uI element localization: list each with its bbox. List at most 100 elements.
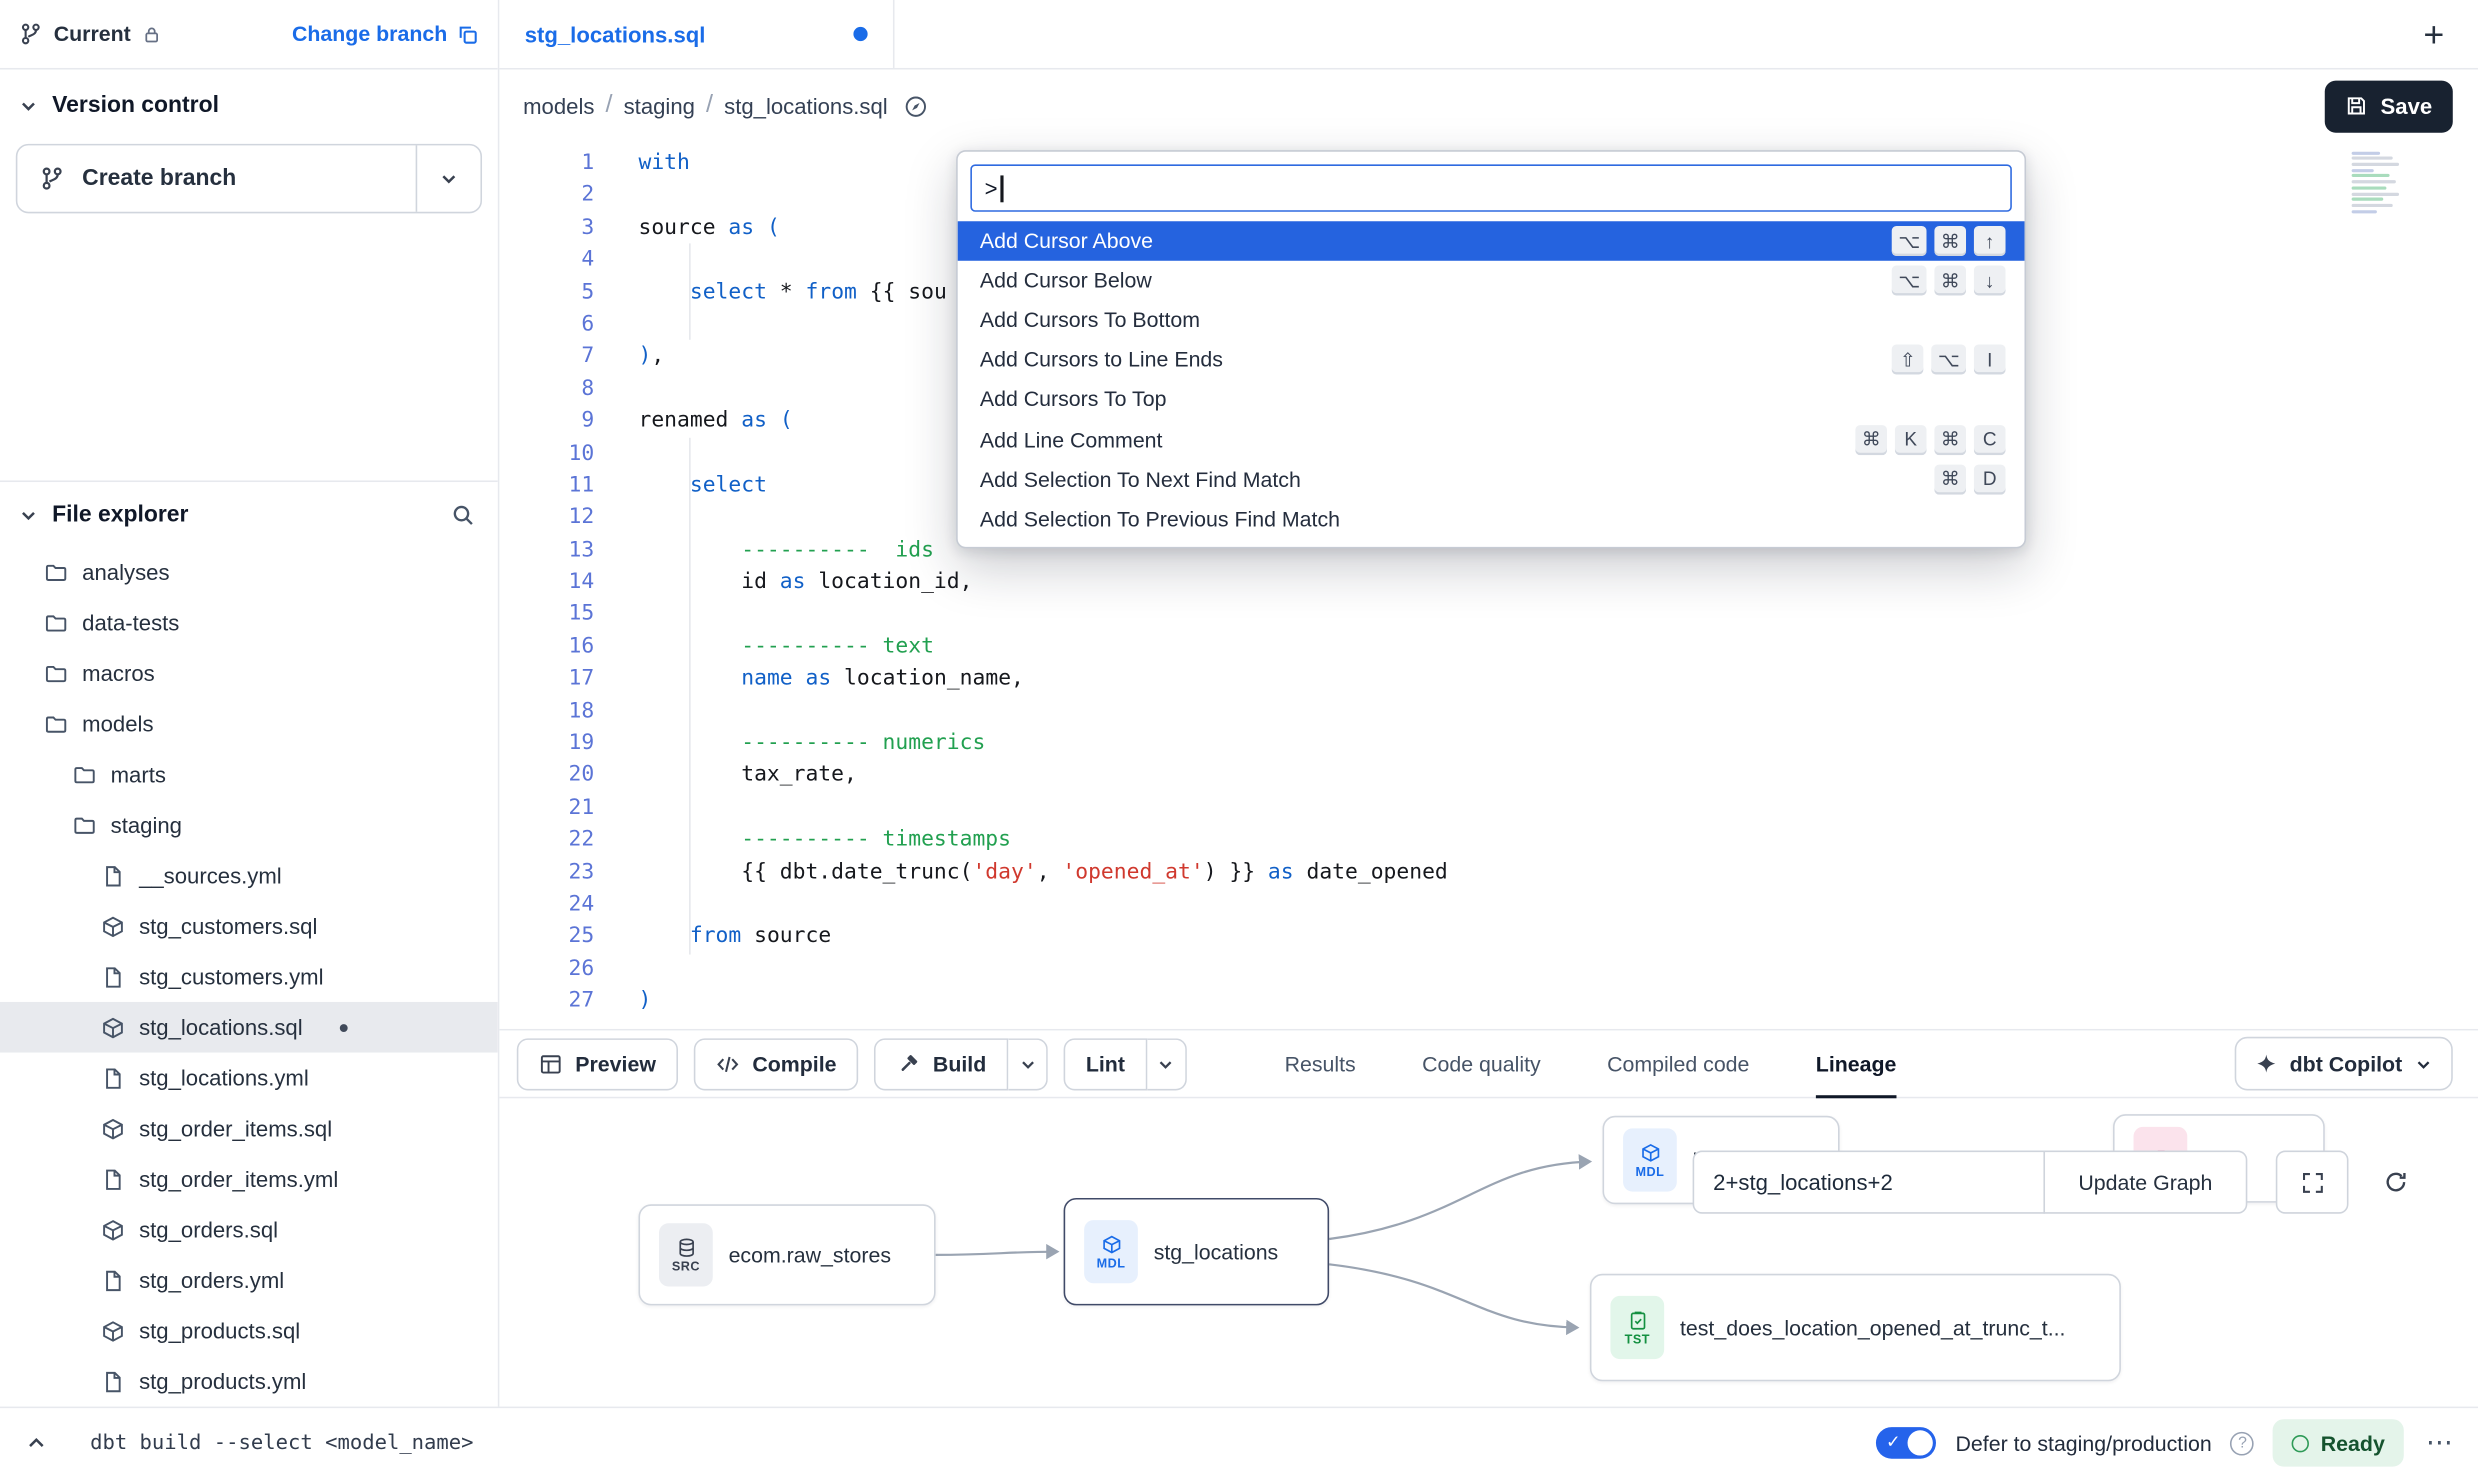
command-item[interactable]: Add Selection To Next Find Match⌘D: [958, 459, 2025, 499]
code-line[interactable]: 18: [499, 695, 2478, 727]
graph-selector-input[interactable]: [1693, 1151, 2045, 1214]
file-tree-item[interactable]: stg_locations.yml: [0, 1053, 498, 1104]
command-label: Add Line Comment: [980, 428, 1163, 452]
line-text: ---------- text: [594, 630, 934, 662]
file-explorer-header[interactable]: File explorer: [0, 482, 498, 547]
version-control-header[interactable]: Version control: [0, 70, 498, 138]
code-line[interactable]: 21: [499, 791, 2478, 823]
code-line[interactable]: 17 name as location_name,: [499, 663, 2478, 695]
ready-label: Ready: [2321, 1431, 2385, 1455]
cli-command-text[interactable]: dbt build --select <model_name>: [90, 1431, 473, 1455]
tab-code-quality[interactable]: Code quality: [1422, 1030, 1541, 1096]
lineage-node-source[interactable]: SRC ecom.raw_stores: [638, 1204, 935, 1305]
fullscreen-button[interactable]: [2276, 1151, 2349, 1214]
command-item[interactable]: Add Selection To Previous Find Match: [958, 499, 2025, 539]
node-label: test_does_location_opened_at_trunc_t...: [1680, 1316, 2066, 1340]
code-line[interactable]: 19 ---------- numerics: [499, 727, 2478, 759]
file-tree-item[interactable]: stg_products.yml: [0, 1356, 498, 1407]
compass-icon[interactable]: [904, 94, 928, 118]
lineage-node-stg-locations[interactable]: MDL stg_locations: [1064, 1198, 1330, 1305]
line-text: {{ dbt.date_trunc('day', 'opened_at') }}…: [594, 856, 1448, 888]
code-line[interactable]: 16 ---------- text: [499, 630, 2478, 662]
defer-toggle[interactable]: [1877, 1427, 1937, 1459]
tab-results[interactable]: Results: [1285, 1030, 1356, 1096]
refresh-button[interactable]: [2364, 1155, 2427, 1209]
file-tree-item[interactable]: stg_locations.sql: [0, 1002, 498, 1053]
command-item[interactable]: Add Cursors To Bottom: [958, 301, 2025, 341]
search-icon[interactable]: [450, 503, 475, 528]
create-branch-button[interactable]: Create branch: [17, 145, 415, 211]
add-tab-button[interactable]: [2412, 12, 2456, 56]
code-line[interactable]: 14 id as location_id,: [499, 566, 2478, 598]
command-item[interactable]: Add Line Comment⌘K⌘C: [958, 420, 2025, 460]
build-dropdown[interactable]: [1008, 1038, 1048, 1090]
file-tree-item[interactable]: analyses: [0, 547, 498, 598]
line-text: [594, 791, 638, 823]
code-line[interactable]: 26: [499, 953, 2478, 985]
file-tree-item[interactable]: data-tests: [0, 597, 498, 648]
line-number: 15: [499, 598, 594, 630]
line-number: 9: [499, 405, 594, 437]
lock-icon: [142, 24, 161, 43]
code-line[interactable]: 27): [499, 985, 2478, 1017]
line-text: source as (: [594, 211, 780, 243]
file-tree-item[interactable]: stg_customers.sql: [0, 901, 498, 952]
build-button[interactable]: Build: [874, 1038, 1008, 1090]
code-line[interactable]: 23 {{ dbt.date_trunc('day', 'opened_at')…: [499, 856, 2478, 888]
command-label: Add Selection To Next Find Match: [980, 467, 1301, 491]
command-item[interactable]: Add Cursor Below⌥⌘↓: [958, 261, 2025, 301]
command-item[interactable]: Add Cursor Above⌥⌘↑: [958, 221, 2025, 261]
code-line[interactable]: 22 ---------- timestamps: [499, 824, 2478, 856]
file-tree-item[interactable]: marts: [0, 749, 498, 800]
lineage-canvas[interactable]: MDL locations atio SRC ecom.raw_stores: [499, 1098, 2478, 1406]
minimap[interactable]: [2352, 149, 2406, 219]
code-line[interactable]: 15: [499, 598, 2478, 630]
refresh-icon: [2383, 1169, 2408, 1194]
help-icon[interactable]: [2231, 1431, 2255, 1455]
line-text: select * from {{ sou: [594, 276, 947, 308]
file-name: stg_customers.sql: [139, 913, 317, 938]
lineage-node-test[interactable]: TST test_does_location_opened_at_trunc_t…: [1590, 1274, 2121, 1381]
keycap: ↓: [1974, 266, 2006, 296]
lint-dropdown[interactable]: [1147, 1038, 1187, 1090]
tab-stg-locations[interactable]: stg_locations.sql: [499, 0, 894, 68]
file-tree-item[interactable]: stg_order_items.sql: [0, 1103, 498, 1154]
dbt-copilot-button[interactable]: dbt Copilot: [2234, 1037, 2452, 1091]
create-branch-dropdown[interactable]: [417, 145, 480, 211]
file-tree-item[interactable]: models: [0, 699, 498, 750]
file-tree-item[interactable]: stg_order_items.yml: [0, 1154, 498, 1205]
compile-button[interactable]: Compile: [694, 1038, 859, 1090]
code-line[interactable]: 25 from source: [499, 920, 2478, 952]
code-line[interactable]: 20 tax_rate,: [499, 759, 2478, 791]
command-item[interactable]: Add Cursors to Line Ends⇧⌥I: [958, 340, 2025, 380]
file-tree-item[interactable]: stg_orders.yml: [0, 1255, 498, 1306]
overflow-menu-button[interactable]: [2426, 1427, 2453, 1459]
lint-button[interactable]: Lint: [1064, 1038, 1147, 1090]
update-graph-button[interactable]: Update Graph: [2043, 1151, 2247, 1214]
command-label: Add Cursors To Top: [980, 388, 1167, 412]
breadcrumb-models[interactable]: models: [523, 93, 594, 118]
file-name: data-tests: [82, 610, 179, 635]
line-text: ): [594, 985, 651, 1017]
command-list: Add Cursor Above⌥⌘↑Add Cursor Below⌥⌘↓Ad…: [958, 221, 2025, 538]
save-button[interactable]: Save: [2325, 80, 2453, 132]
tab-compiled-code[interactable]: Compiled code: [1607, 1030, 1749, 1096]
breadcrumb-staging[interactable]: staging: [624, 93, 695, 118]
tab-lineage[interactable]: Lineage: [1816, 1030, 1897, 1096]
file-tree-item[interactable]: macros: [0, 648, 498, 699]
file-tree-item[interactable]: stg_customers.yml: [0, 951, 498, 1002]
screenshot-stage: Current Change branch Version control: [0, 0, 2478, 1478]
change-branch-link[interactable]: Change branch: [292, 22, 479, 46]
chevron-down-icon: [2415, 1055, 2432, 1072]
command-item[interactable]: Add Cursors To Top: [958, 380, 2025, 420]
command-palette-input[interactable]: >: [970, 164, 2011, 211]
file-tree-item[interactable]: __sources.yml: [0, 850, 498, 901]
file-tree-item[interactable]: stg_products.sql: [0, 1305, 498, 1356]
file-tree-item[interactable]: stg_orders.sql: [0, 1204, 498, 1255]
preview-button[interactable]: Preview: [517, 1038, 678, 1090]
code-line[interactable]: 24: [499, 888, 2478, 920]
line-text: [594, 179, 638, 211]
expand-panel-button[interactable]: [25, 1432, 47, 1454]
file-tree-item[interactable]: staging: [0, 800, 498, 851]
breadcrumb-file[interactable]: stg_locations.sql: [724, 93, 888, 118]
